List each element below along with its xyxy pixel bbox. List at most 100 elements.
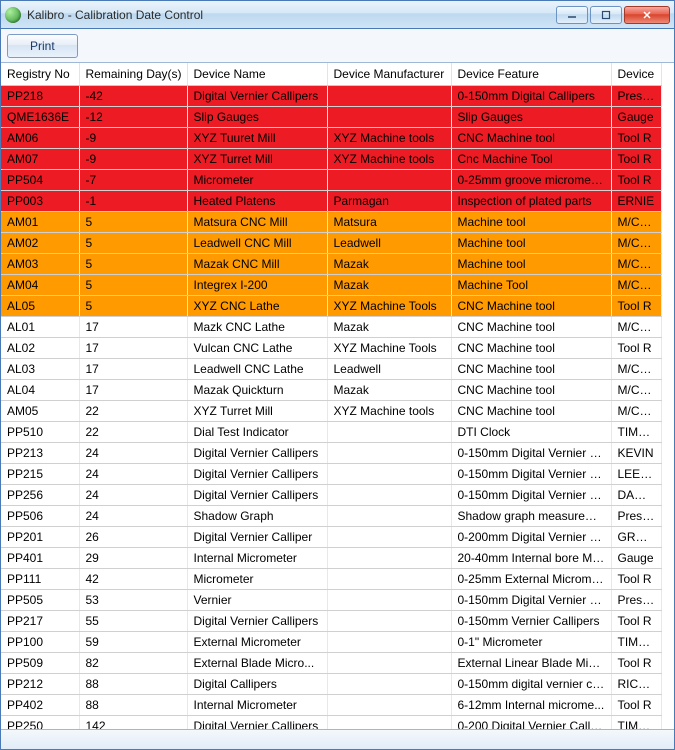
table-row[interactable]: PP50982External Blade Micro...External L… [1, 653, 661, 674]
table-row[interactable]: PP003-1Heated PlatensParmaganInspection … [1, 191, 661, 212]
cell-name: Digital Callipers [187, 674, 327, 695]
grid-container: Registry No Remaining Day(s) Device Name… [1, 63, 674, 729]
grid-scroll[interactable]: Registry No Remaining Day(s) Device Name… [1, 63, 674, 729]
cell-name: Vulcan CNC Lathe [187, 338, 327, 359]
cell-mfr [327, 674, 451, 695]
cell-name: Mazk CNC Lathe [187, 317, 327, 338]
col-header-manufacturer[interactable]: Device Manufacturer [327, 63, 451, 86]
cell-days: 88 [79, 695, 187, 716]
cell-mfr [327, 506, 451, 527]
cell-days: 24 [79, 485, 187, 506]
cell-days: 29 [79, 548, 187, 569]
cell-name: XYZ CNC Lathe [187, 296, 327, 317]
print-button[interactable]: Print [7, 34, 78, 58]
table-row[interactable]: PP25624Digital Vernier Callipers0-150mm … [1, 485, 661, 506]
table-row[interactable]: PP11142Micrometer0-25mm External Microme… [1, 569, 661, 590]
cell-mfr: Mazak [327, 380, 451, 401]
table-row[interactable]: AM015Matsura CNC MillMatsuraMachine tool… [1, 212, 661, 233]
cell-feat: Inspection of plated parts [451, 191, 611, 212]
maximize-button[interactable] [590, 6, 622, 24]
table-row[interactable]: PP218-42Digital Vernier Callipers0-150mm… [1, 86, 661, 107]
table-row[interactable]: QME1636E-12Slip GaugesSlip GaugesGauge [1, 107, 661, 128]
cell-dev: M/C Sh [611, 359, 661, 380]
cell-feat: CNC Machine tool [451, 401, 611, 422]
table-row[interactable]: PP50553Vernier0-150mm Digital Vernier C.… [1, 590, 661, 611]
cell-name: Dial Test Indicator [187, 422, 327, 443]
cell-reg: PP504 [1, 170, 79, 191]
table-row[interactable]: AM035Mazak CNC MillMazakMachine toolM/C … [1, 254, 661, 275]
table-row[interactable]: PP21524Digital Vernier Callipers0-150mm … [1, 464, 661, 485]
col-header-device[interactable]: Device [611, 63, 661, 86]
cell-feat: 0-150mm Digital Vernier C... [451, 485, 611, 506]
table-row[interactable]: PP250142Digital Vernier Callipers0-200 D… [1, 716, 661, 730]
cell-mfr [327, 569, 451, 590]
table-row[interactable]: PP50624Shadow GraphShadow graph measurem… [1, 506, 661, 527]
cell-reg: PP505 [1, 590, 79, 611]
cell-mfr [327, 170, 451, 191]
cell-dev: M/C Sh [611, 254, 661, 275]
cell-feat: CNC Machine tool [451, 296, 611, 317]
cell-days: 22 [79, 422, 187, 443]
minimize-button[interactable] [556, 6, 588, 24]
close-button[interactable] [624, 6, 670, 24]
cell-reg: PP201 [1, 527, 79, 548]
close-icon [642, 10, 652, 20]
cell-mfr [327, 716, 451, 730]
cell-feat: CNC Machine tool [451, 359, 611, 380]
cell-dev: Gauge [611, 548, 661, 569]
cell-name: XYZ Turret Mill [187, 401, 327, 422]
cell-days: 53 [79, 590, 187, 611]
table-row[interactable]: PP10059External Micrometer0-1" Micromete… [1, 632, 661, 653]
table-row[interactable]: PP40288Internal Micrometer6-12mm Interna… [1, 695, 661, 716]
app-window: Kalibro - Calibration Date Control Print [0, 0, 675, 750]
cell-reg: PP510 [1, 422, 79, 443]
calibration-table: Registry No Remaining Day(s) Device Name… [1, 63, 662, 729]
cell-dev: M/C Sh [611, 233, 661, 254]
table-row[interactable]: PP20126Digital Vernier Calliper0-200mm D… [1, 527, 661, 548]
cell-feat: Machine tool [451, 233, 611, 254]
col-header-registry[interactable]: Registry No [1, 63, 79, 86]
cell-days: -42 [79, 86, 187, 107]
cell-mfr [327, 632, 451, 653]
table-row[interactable]: AM07-9XYZ Turret MillXYZ Machine toolsCn… [1, 149, 661, 170]
col-header-feature[interactable]: Device Feature [451, 63, 611, 86]
cell-name: Shadow Graph [187, 506, 327, 527]
cell-dev: M/C Sh [611, 317, 661, 338]
table-row[interactable]: AM0522XYZ Turret MillXYZ Machine toolsCN… [1, 401, 661, 422]
table-row[interactable]: PP21288Digital Callipers0-150mm digital … [1, 674, 661, 695]
col-header-name[interactable]: Device Name [187, 63, 327, 86]
table-row[interactable]: PP21755Digital Vernier Callipers0-150mm … [1, 611, 661, 632]
table-row[interactable]: AL0417Mazak QuickturnMazakCNC Machine to… [1, 380, 661, 401]
cell-reg: AM06 [1, 128, 79, 149]
cell-feat: 0-200 Digital Vernier Callip... [451, 716, 611, 730]
table-row[interactable]: AL0217Vulcan CNC LatheXYZ Machine ToolsC… [1, 338, 661, 359]
table-row[interactable]: AM06-9XYZ Tuuret MillXYZ Machine toolsCN… [1, 128, 661, 149]
cell-days: 24 [79, 506, 187, 527]
cell-mfr [327, 485, 451, 506]
cell-name: Digital Vernier Callipers [187, 485, 327, 506]
cell-mfr [327, 464, 451, 485]
table-row[interactable]: AL055XYZ CNC LatheXYZ Machine ToolsCNC M… [1, 296, 661, 317]
col-header-days[interactable]: Remaining Day(s) [79, 63, 187, 86]
table-row[interactable]: PP51022Dial Test IndicatorDTI ClockTIMOT [1, 422, 661, 443]
table-row[interactable]: AM045Integrex I-200MazakMachine ToolM/C … [1, 275, 661, 296]
table-row[interactable]: AL0117Mazk CNC LatheMazakCNC Machine too… [1, 317, 661, 338]
cell-days: -9 [79, 149, 187, 170]
table-row[interactable]: PP40129Internal Micrometer20-40mm Intern… [1, 548, 661, 569]
cell-name: Mazak Quickturn [187, 380, 327, 401]
cell-dev: M/C Sh [611, 212, 661, 233]
table-row[interactable]: PP21324Digital Vernier Callipers0-150mm … [1, 443, 661, 464]
cell-days: 59 [79, 632, 187, 653]
cell-days: 17 [79, 359, 187, 380]
table-row[interactable]: AM025Leadwell CNC MillLeadwellMachine to… [1, 233, 661, 254]
toolbar: Print [1, 29, 674, 63]
cell-dev: Tool R [611, 296, 661, 317]
cell-name: Slip Gauges [187, 107, 327, 128]
cell-feat: 0-150mm Digital Vernier C... [451, 464, 611, 485]
table-row[interactable]: AL0317Leadwell CNC LatheLeadwellCNC Mach… [1, 359, 661, 380]
cell-reg: PP250 [1, 716, 79, 730]
cell-name: Digital Vernier Callipers [187, 443, 327, 464]
table-row[interactable]: PP504-7Micrometer0-25mm groove micromete… [1, 170, 661, 191]
minimize-icon [567, 10, 577, 20]
cell-reg: PP215 [1, 464, 79, 485]
